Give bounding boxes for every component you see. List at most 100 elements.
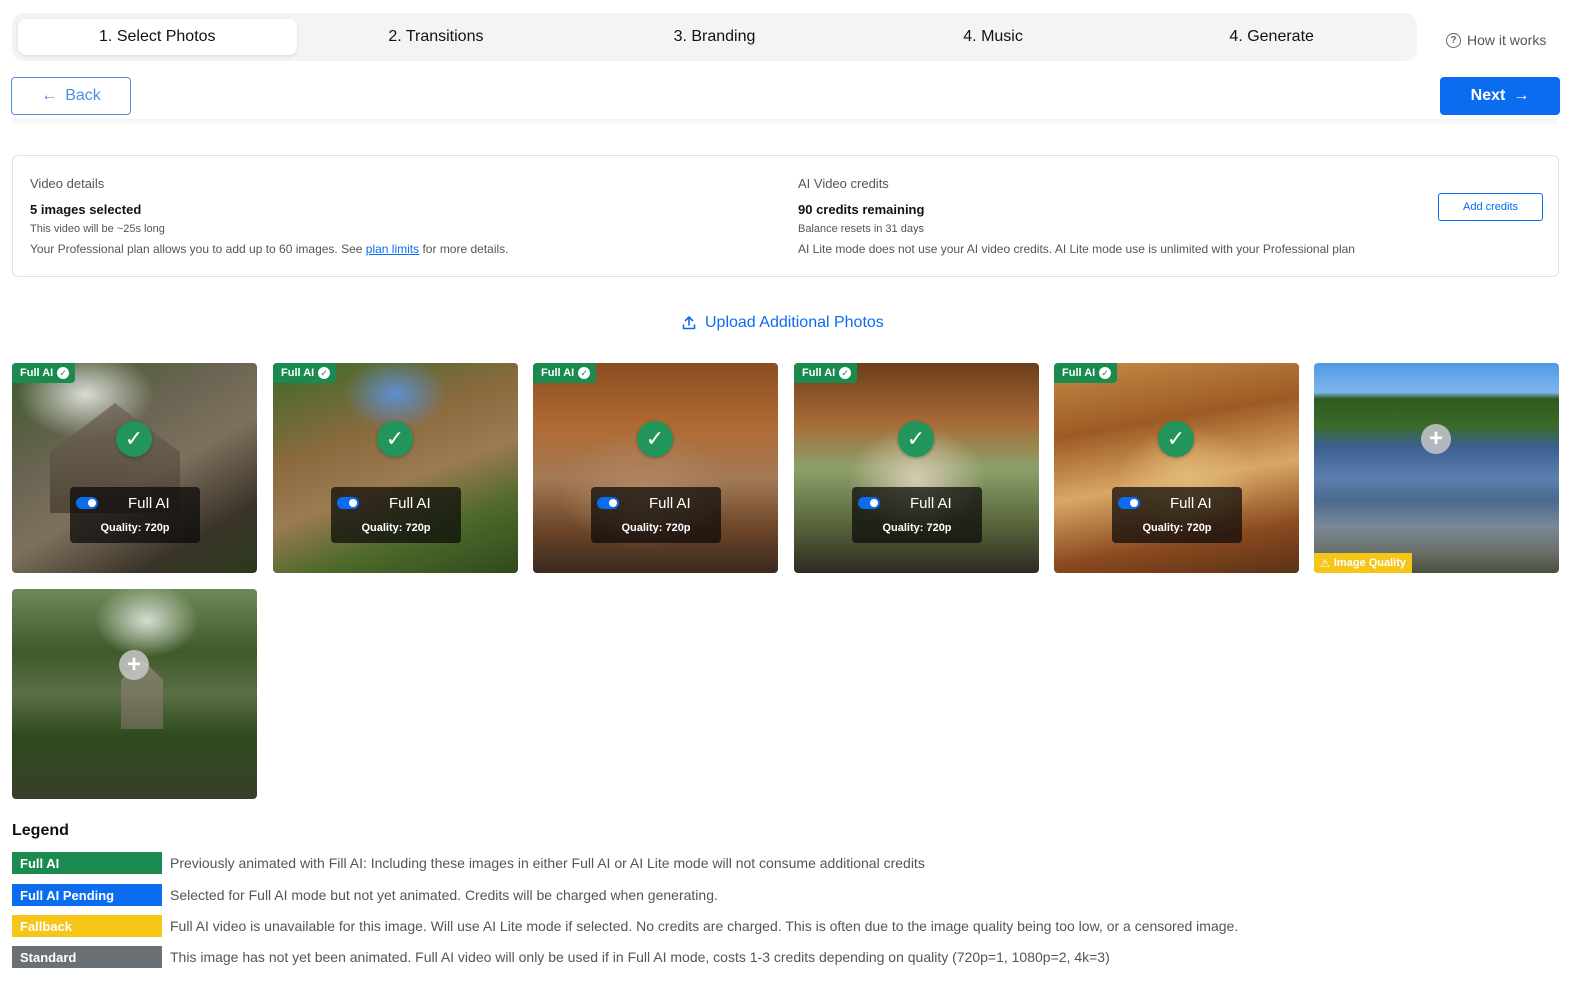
step-music[interactable]: 4. Music	[854, 19, 1133, 55]
how-it-works-label: How it works	[1467, 32, 1547, 48]
photo-tile[interactable]: +	[12, 589, 257, 799]
warning-label: Image Quality	[1333, 557, 1407, 569]
video-details-label: Video details	[30, 176, 105, 191]
selected-check-icon[interactable]: ✓	[898, 421, 934, 457]
mode-label: Full AI	[1170, 495, 1212, 512]
image-quality-warning-badge: ⚠ Image Quality	[1314, 553, 1413, 573]
add-plus-icon[interactable]: +	[119, 650, 149, 680]
full-ai-badge: Full AI ✓	[12, 363, 76, 383]
images-selected-count: 5 images selected	[30, 202, 142, 217]
quality-label: Quality: 720p	[361, 522, 431, 534]
check-icon: ✓	[57, 367, 70, 379]
plan-note: Your Professional plan allows you to add…	[30, 242, 509, 256]
full-ai-toggle[interactable]	[858, 497, 880, 509]
next-button[interactable]: Next →	[1440, 77, 1560, 115]
ai-mode-panel: Full AI Quality: 720p	[1112, 487, 1242, 543]
next-label: Next	[1470, 87, 1506, 104]
ai-lite-note: AI Lite mode does not use your AI video …	[798, 242, 1355, 256]
stepper: 1. Select Photos 2. Transitions 3. Brand…	[12, 13, 1417, 61]
legend-chip: Fallback	[12, 915, 162, 937]
mode-label: Full AI	[649, 495, 691, 512]
warning-icon: ⚠	[1320, 557, 1330, 570]
arrow-left-icon: ←	[41, 87, 58, 104]
photo-tile[interactable]: Full AI ✓ ✓ Full AI Quality: 720p	[12, 363, 257, 573]
mode-label: Full AI	[389, 495, 431, 512]
legend-text: Selected for Full AI mode but not yet an…	[170, 887, 718, 903]
full-ai-badge: Full AI ✓	[273, 363, 337, 383]
upload-icon	[682, 316, 696, 330]
upload-additional-photos-button[interactable]: Upload Additional Photos	[681, 314, 884, 332]
credits-section: AI Video credits 90 credits remaining Ba…	[798, 176, 1355, 256]
full-ai-toggle[interactable]	[1118, 497, 1140, 509]
legend-item-full-ai-pending: Full AI Pending Selected for Full AI mod…	[12, 884, 718, 906]
quality-label: Quality: 720p	[882, 522, 952, 534]
step-branding[interactable]: 3. Branding	[575, 19, 854, 55]
photo-tile[interactable]: + ⚠ Image Quality	[1314, 363, 1559, 573]
step-generate[interactable]: 4. Generate	[1132, 19, 1411, 55]
plan-note-suffix: for more details.	[419, 242, 509, 256]
legend-text: Full AI video is unavailable for this im…	[170, 918, 1239, 934]
badge-label: Full AI	[20, 367, 54, 379]
details-card: Video details 5 images selected This vid…	[12, 155, 1559, 277]
full-ai-badge: Full AI ✓	[794, 363, 858, 383]
credits-label: AI Video credits	[798, 176, 889, 191]
check-icon: ✓	[839, 367, 852, 379]
full-ai-toggle[interactable]	[337, 497, 359, 509]
full-ai-toggle[interactable]	[597, 497, 619, 509]
photo-tile[interactable]: Full AI ✓ ✓ Full AI Quality: 720p	[794, 363, 1039, 573]
add-credits-button[interactable]: Add credits	[1438, 193, 1543, 221]
legend-chip: Standard	[12, 946, 162, 968]
video-details-section: Video details 5 images selected This vid…	[30, 176, 509, 256]
photo-tile[interactable]: Full AI ✓ ✓ Full AI Quality: 720p	[273, 363, 518, 573]
quality-label: Quality: 720p	[621, 522, 691, 534]
photo-tile[interactable]: Full AI ✓ ✓ Full AI Quality: 720p	[1054, 363, 1299, 573]
legend-item-full-ai: Full AI Previously animated with Fill AI…	[12, 852, 925, 874]
check-icon: ✓	[578, 367, 591, 379]
full-ai-badge: Full AI ✓	[1054, 363, 1118, 383]
photo-gazebo-forest	[12, 589, 257, 799]
how-it-works-link[interactable]: ? How it works	[1446, 32, 1546, 48]
mode-label: Full AI	[910, 495, 952, 512]
mode-label: Full AI	[128, 495, 170, 512]
ai-mode-panel: Full AI Quality: 720p	[331, 487, 461, 543]
selected-check-icon[interactable]: ✓	[377, 421, 413, 457]
legend-text: Previously animated with Fill AI: Includ…	[170, 855, 925, 871]
balance-reset-note: Balance resets in 31 days	[798, 223, 924, 235]
help-circle-icon: ?	[1446, 32, 1461, 48]
plan-limits-link[interactable]: plan limits	[366, 242, 419, 256]
legend-chip: Full AI Pending	[12, 884, 162, 906]
plan-note-prefix: Your Professional plan allows you to add…	[30, 242, 366, 256]
step-select-photos[interactable]: 1. Select Photos	[18, 19, 297, 55]
badge-label: Full AI	[541, 367, 575, 379]
full-ai-badge: Full AI ✓	[533, 363, 597, 383]
credits-remaining: 90 credits remaining	[798, 202, 925, 217]
arrow-right-icon: →	[1513, 87, 1530, 104]
legend-text: This image has not yet been animated. Fu…	[170, 949, 1110, 965]
ai-mode-panel: Full AI Quality: 720p	[852, 487, 982, 543]
badge-label: Full AI	[281, 367, 315, 379]
ai-mode-panel: Full AI Quality: 720p	[591, 487, 721, 543]
back-label: Back	[65, 87, 101, 104]
badge-label: Full AI	[802, 367, 836, 379]
legend-item-standard: Standard This image has not yet been ani…	[12, 946, 1110, 968]
add-plus-icon[interactable]: +	[1421, 424, 1451, 454]
check-icon: ✓	[318, 367, 331, 379]
legend-item-fallback: Fallback Full AI video is unavailable fo…	[12, 915, 1238, 937]
ai-mode-panel: Full AI Quality: 720p	[70, 487, 200, 543]
badge-label: Full AI	[1062, 367, 1096, 379]
legend-title: Legend	[12, 822, 69, 839]
quality-label: Quality: 720p	[100, 522, 170, 534]
video-length-note: This video will be ~25s long	[30, 223, 165, 235]
quality-label: Quality: 720p	[1142, 522, 1212, 534]
step-transitions[interactable]: 2. Transitions	[297, 19, 576, 55]
check-icon: ✓	[1099, 367, 1112, 379]
photo-tile[interactable]: Full AI ✓ ✓ Full AI Quality: 720p	[533, 363, 778, 573]
toolbar-divider	[12, 119, 1558, 125]
back-button[interactable]: ← Back	[11, 77, 131, 115]
photo-lake-view	[1314, 363, 1559, 573]
selected-check-icon[interactable]: ✓	[637, 421, 673, 457]
full-ai-toggle[interactable]	[76, 497, 98, 509]
selected-check-icon[interactable]: ✓	[1158, 421, 1194, 457]
selected-check-icon[interactable]: ✓	[116, 421, 152, 457]
upload-label: Upload Additional Photos	[705, 314, 884, 331]
